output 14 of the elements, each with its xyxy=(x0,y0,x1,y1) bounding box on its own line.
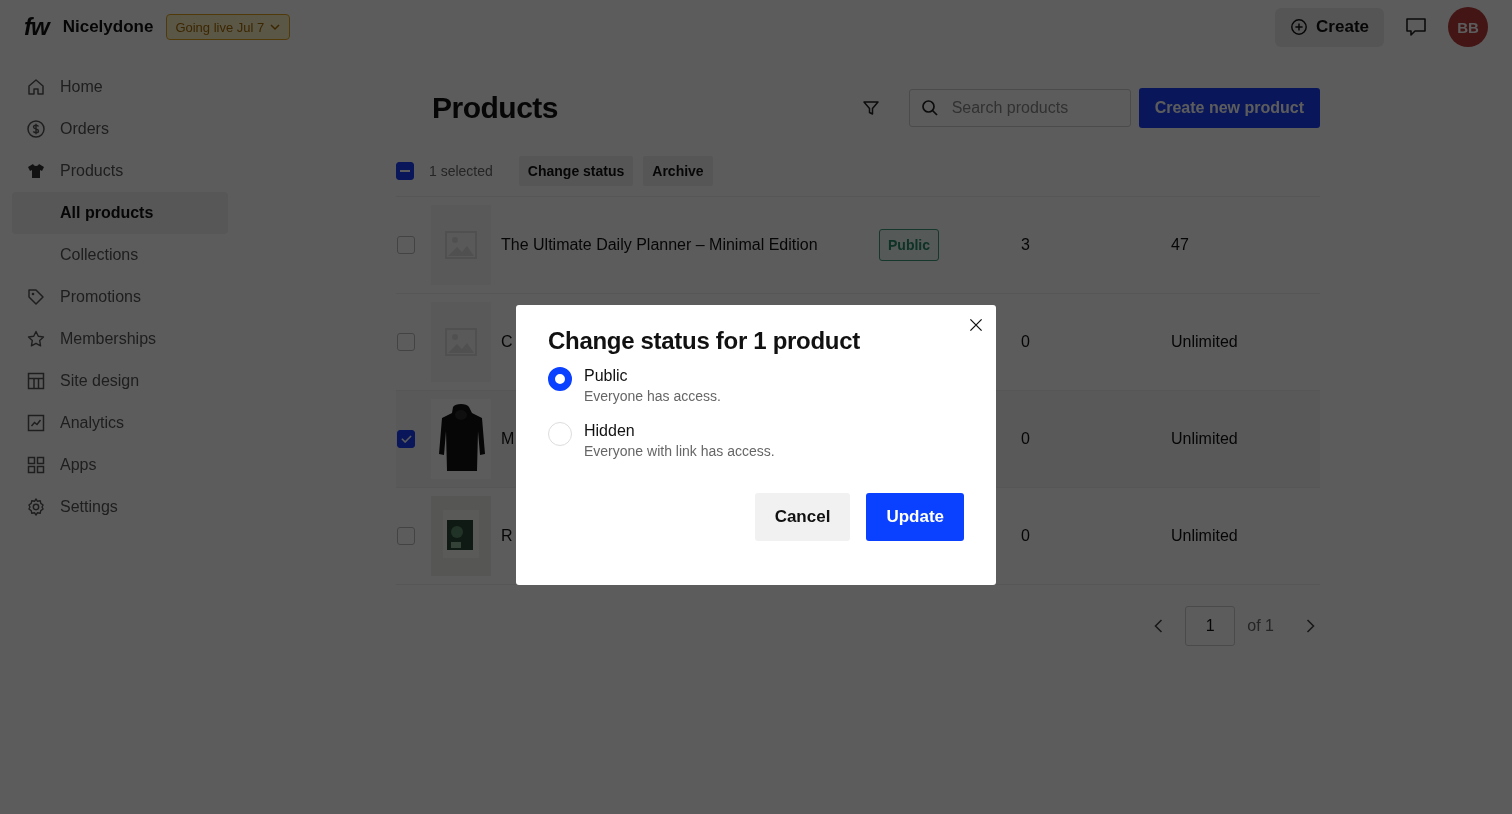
table-cell-text: 3 xyxy=(1020,236,1031,254)
dialog-title: Change status for 1 product xyxy=(548,327,861,355)
table-cell-text: 0 xyxy=(1020,430,1031,448)
option-description: Everyone has access. xyxy=(584,388,721,404)
page-title: Products xyxy=(432,91,559,125)
table-cell: Unlimited xyxy=(1171,430,1238,448)
status-badge: Public xyxy=(879,229,939,261)
store-name: Nicelydone xyxy=(62,17,154,37)
table-cell: 47 xyxy=(1171,236,1189,254)
table-cell-text: 0 xyxy=(1020,527,1031,545)
table-cell-text: 0 xyxy=(1020,333,1031,351)
option-description: Everyone with link has access. xyxy=(584,443,775,459)
table-cell: Unlimited xyxy=(1171,333,1238,351)
table-cell: Unlimited xyxy=(1171,527,1238,545)
